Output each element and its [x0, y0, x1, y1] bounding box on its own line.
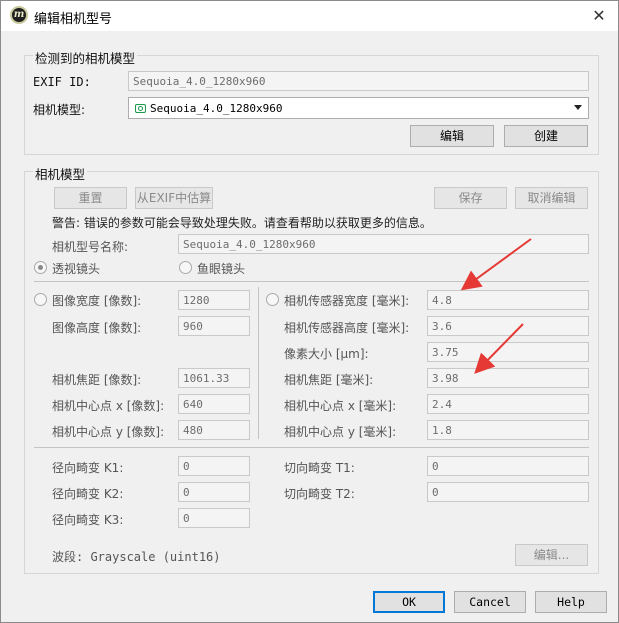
image-width-field[interactable]: 1280 [178, 290, 250, 310]
edit-button[interactable]: 编辑 [410, 125, 494, 147]
estimate-from-exif-button[interactable]: 从EXIF中估算 [135, 187, 213, 209]
image-height-field[interactable]: 960 [178, 316, 250, 336]
focal-length-mm-field[interactable]: 3.98 [427, 368, 589, 388]
model-name-field: Sequoia_4.0_1280x960 [178, 234, 589, 254]
detected-model-title: 检测到的相机模型 [33, 48, 138, 67]
sensor-width-label: 相机传感器宽度 [毫米]: [284, 294, 410, 308]
camera-model-selected: Sequoia_4.0_1280x960 [150, 102, 283, 115]
perspective-lens-radio[interactable] [34, 261, 47, 274]
tangential-t1-field[interactable]: 0 [427, 456, 589, 476]
radial-k1-field[interactable]: 0 [178, 456, 250, 476]
tangential-t1-label: 切向畸变 T1: [284, 461, 355, 475]
tangential-t2-label: 切向畸变 T2: [284, 487, 355, 501]
radial-k2-label: 径向畸变 K2: [52, 487, 124, 501]
image-height-label: 图像高度 [像数]: [52, 321, 142, 335]
warning-text: 警告: 错误的参数可能会导致处理失败。请查看帮助以获取更多的信息。 [52, 216, 432, 230]
divider [34, 447, 589, 448]
center-x-px-field[interactable]: 640 [178, 394, 250, 414]
sensor-height-field[interactable]: 3.6 [427, 316, 589, 336]
sensor-width-field[interactable]: 4.8 [427, 290, 589, 310]
column-divider [258, 287, 259, 439]
tangential-t2-field[interactable]: 0 [427, 482, 589, 502]
app-logo-icon: m [10, 6, 28, 24]
camera-model-label: 相机模型: [33, 103, 86, 117]
center-y-px-field[interactable]: 480 [178, 420, 250, 440]
perspective-lens-label: 透视镜头 [52, 262, 101, 276]
cancel-edit-button[interactable]: 取消编辑 [515, 187, 588, 209]
divider [34, 281, 589, 282]
ok-button[interactable]: OK [373, 591, 445, 613]
window-title: 编辑相机型号 [34, 12, 113, 27]
exif-id-field: Sequoia_4.0_1280x960 [128, 71, 589, 91]
title-bar[interactable]: m 编辑相机型号 ✕ [1, 1, 618, 31]
center-x-mm-label: 相机中心点 x [毫米]: [284, 399, 397, 413]
focal-length-px-label: 相机焦距 [像数]: [52, 373, 142, 387]
center-x-px-label: 相机中心点 x [像数]: [52, 399, 165, 413]
fisheye-lens-radio[interactable] [179, 261, 192, 274]
radial-k1-label: 径向畸变 K1: [52, 461, 124, 475]
sensor-height-label: 相机传感器高度 [毫米]: [284, 321, 410, 335]
create-button[interactable]: 创建 [504, 125, 588, 147]
center-y-mm-label: 相机中心点 y [毫米]: [284, 425, 397, 439]
model-name-label: 相机型号名称: [52, 240, 129, 254]
focal-length-mm-label: 相机焦距 [毫米]: [284, 373, 374, 387]
pixel-size-field[interactable]: 3.75 [427, 342, 589, 362]
radial-k2-field[interactable]: 0 [178, 482, 250, 502]
mm-units-radio[interactable] [266, 293, 279, 306]
edit-camera-model-dialog: m 编辑相机型号 ✕ 检测到的相机模型 EXIF ID: Sequoia_4.0… [0, 0, 619, 623]
center-y-px-label: 相机中心点 y [像数]: [52, 425, 165, 439]
band-edit-button[interactable]: 编辑... [515, 544, 588, 566]
center-x-mm-field[interactable]: 2.4 [427, 394, 589, 414]
exif-id-label: EXIF ID: [33, 75, 91, 89]
save-button[interactable]: 保存 [434, 187, 507, 209]
camera-model-dropdown[interactable]: Sequoia_4.0_1280x960 [128, 97, 589, 119]
pixel-units-radio[interactable] [34, 293, 47, 306]
camera-model-title: 相机模型 [33, 164, 88, 183]
fisheye-lens-label: 鱼眼镜头 [197, 262, 246, 276]
center-y-mm-field[interactable]: 1.8 [427, 420, 589, 440]
reset-button[interactable]: 重置 [54, 187, 127, 209]
radial-k3-label: 径向畸变 K3: [52, 513, 124, 527]
help-button[interactable]: Help [535, 591, 607, 613]
pixel-size-label: 像素大小 [μm]: [284, 347, 369, 361]
camera-icon [135, 104, 146, 113]
cancel-button[interactable]: Cancel [454, 591, 526, 613]
chevron-down-icon [574, 105, 582, 110]
focal-length-px-field[interactable]: 1061.33 [178, 368, 250, 388]
close-icon[interactable]: ✕ [588, 5, 610, 27]
image-width-label: 图像宽度 [像数]: [52, 294, 142, 308]
band-label: 波段: Grayscale (uint16) [52, 550, 221, 564]
radial-k3-field[interactable]: 0 [178, 508, 250, 528]
